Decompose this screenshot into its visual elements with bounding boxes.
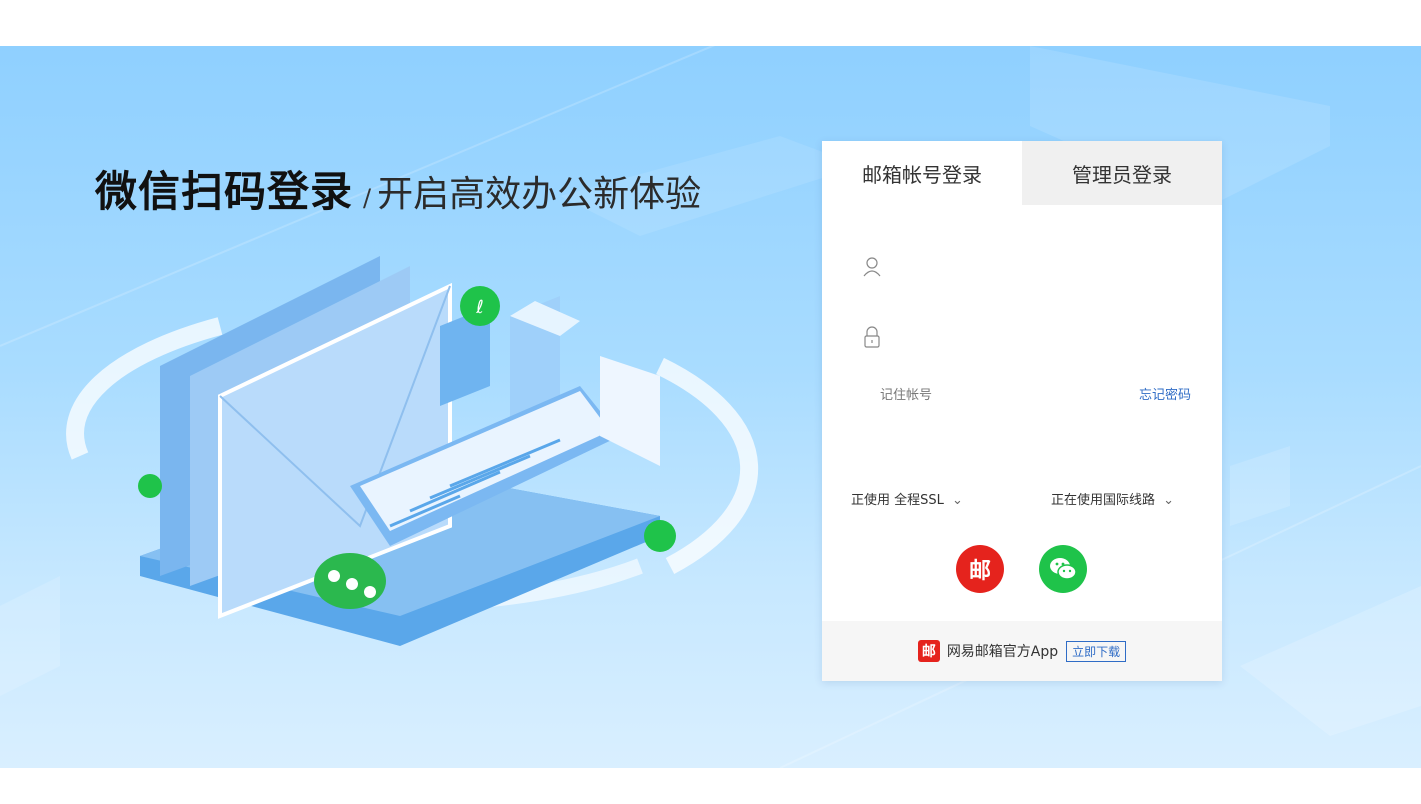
wechat-login-button[interactable] [1039, 545, 1087, 593]
password-field[interactable] [862, 319, 1182, 359]
netease-mail-login-button[interactable]: 邮 [956, 545, 1004, 593]
login-panel: 邮箱帐号登录 管理员登录 记住帐号 忘记密码 正使用 全程SSL ⌄ 正在使用国… [822, 141, 1222, 681]
headline: 微信扫码登录 / 开启高效办公新体验 [95, 158, 701, 219]
tab-email-login[interactable]: 邮箱帐号登录 [822, 141, 1022, 205]
ssl-option-label: 正使用 全程SSL [851, 493, 944, 508]
tab-admin-login[interactable]: 管理员登录 [1022, 141, 1222, 205]
svg-text:ℓ: ℓ [475, 297, 483, 318]
headline-separator: / [363, 184, 372, 212]
app-download-bar: 邮 网易邮箱官方App 立即下载 [822, 621, 1222, 681]
username-field[interactable] [862, 249, 1182, 289]
ssl-option-dropdown[interactable]: 正使用 全程SSL ⌄ [851, 489, 963, 508]
email-illustration: ℓ [66, 256, 759, 646]
headline-subtitle: 开启高效办公新体验 [377, 174, 702, 215]
app-promo-text: 网易邮箱官方App [946, 644, 1059, 660]
netease-mail-icon: 邮 [968, 559, 991, 584]
download-now-button[interactable]: 立即下载 [1066, 640, 1127, 662]
wechat-icon [1050, 558, 1077, 580]
forgot-password-link[interactable]: 忘记密码 [1139, 384, 1191, 403]
network-line-dropdown[interactable]: 正在使用国际线路 ⌄ [1051, 489, 1174, 508]
password-input[interactable] [896, 320, 1182, 358]
remember-account-checkbox[interactable]: 记住帐号 [880, 384, 932, 403]
network-line-label: 正在使用国际线路 [1051, 493, 1156, 508]
username-input[interactable] [896, 250, 1182, 288]
netease-mail-logo-icon: 邮 [917, 640, 940, 662]
user-icon [862, 256, 882, 282]
chevron-down-icon: ⌄ [952, 493, 963, 508]
login-tabs: 邮箱帐号登录 管理员登录 [822, 141, 1222, 205]
headline-main: 微信扫码登录 [95, 167, 354, 216]
chevron-down-icon: ⌄ [1163, 493, 1175, 508]
lock-icon [862, 326, 882, 352]
